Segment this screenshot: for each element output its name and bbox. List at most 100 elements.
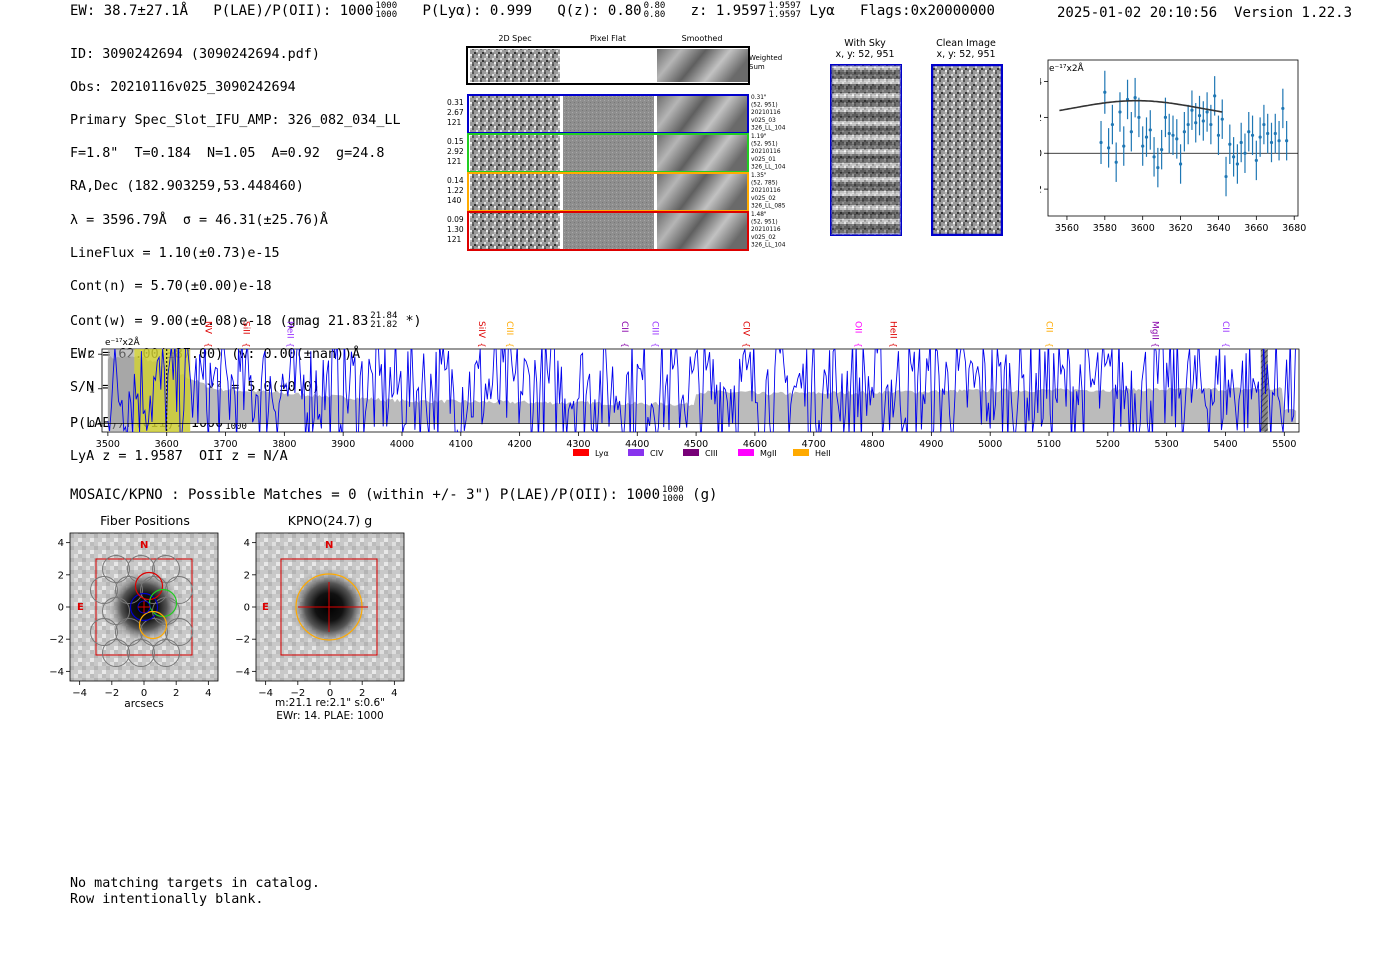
- spectrum-xtick-label: 3600: [155, 439, 179, 450]
- spectrum-line-brace: {: [242, 342, 251, 347]
- cutout-row-left-value: 121: [447, 235, 462, 244]
- spectrum-line-label: SiIV: [476, 321, 486, 339]
- spectrum-line-label: HeII: [888, 321, 898, 339]
- zoom-fit-curve: [1059, 99, 1223, 113]
- header-version: Version 1.22.3: [1234, 5, 1353, 21]
- spectrum-line-label: HeII: [285, 321, 295, 339]
- zoom-point: [1220, 117, 1224, 121]
- cutout-row-right-value: (52, 785): [751, 181, 778, 187]
- spectrum-line-brace: {: [1221, 342, 1230, 347]
- cutout-smoothed: [657, 213, 748, 249]
- spectrum-line-label: SiII: [241, 321, 251, 335]
- header-summary: EW: 38.7±27.1Å P(LAE)/P(OII): 1000 1000 10…: [70, 2, 995, 20]
- spectrum-line-label: CII: [619, 321, 629, 333]
- cutout-pixelflat: [563, 174, 654, 210]
- zoom-point: [1239, 140, 1243, 145]
- fiber-positions-plot: N E −4−4−2−2002244 arcsecs: [50, 532, 219, 710]
- zoom-point: [1273, 131, 1277, 136]
- cutout-row-right-value: 326_LL_104: [751, 242, 786, 248]
- spectrum-line-label: CII: [1220, 321, 1230, 333]
- header-datetime: 2025-01-02 20:10:56: [1057, 5, 1218, 21]
- zoom-point: [1228, 142, 1232, 146]
- spectrum-legend-label: CIII: [705, 449, 718, 458]
- header-flags: Flags:0x20000000: [860, 3, 995, 19]
- zoom-point: [1285, 139, 1289, 143]
- zoom-point: [1190, 108, 1194, 112]
- zoom-point: [1144, 135, 1149, 139]
- cutout-panel: 2D Spec Pixel Flat Smoothed Weighted Sum: [440, 32, 800, 257]
- header-z-frac: 1.9597 1.9597: [768, 1, 801, 20]
- footer-line-2: Row intentionally blank.: [70, 891, 264, 907]
- cutout-row-right-value: (52, 951): [751, 142, 778, 148]
- zoom-point: [1224, 174, 1228, 179]
- spectrum-line-brace: {: [742, 342, 751, 347]
- image-ytick-label: 0: [58, 603, 64, 614]
- spectrum-ytick-label: 1: [89, 384, 95, 395]
- image-ytick-label: 2: [244, 570, 250, 581]
- cutout-row-left-value: 121: [447, 157, 462, 166]
- cutout-row-right-value: 326_LL_085: [751, 203, 786, 209]
- spectrum-xtick-label: 5500: [1272, 439, 1296, 450]
- zoom-line-plot: e⁻¹⁷x2Å 3560 3580 3600 3620 3640 3660 3680 4 2 0 −…: [1040, 59, 1306, 233]
- zoom-xtick-label: 3620: [1168, 223, 1192, 233]
- spectrum-xtick-label: 5000: [978, 439, 1002, 450]
- cutout-row-right-value: v025_01: [751, 157, 776, 163]
- zoom-point: [1122, 144, 1126, 148]
- spectrum-legend-swatch: [683, 449, 699, 456]
- catalog-title: MOSAIC/KPNO : Possible Matches = 0 (with…: [70, 485, 718, 504]
- cutout-row-left-value: 1.30: [447, 225, 464, 234]
- image-ytick-label: 4: [244, 538, 250, 549]
- zoom-xtick-label: 3660: [1244, 223, 1268, 233]
- zoom-point: [1171, 133, 1175, 137]
- cutout-row-left-value: 0.15: [447, 137, 464, 146]
- zoom-point: [1129, 130, 1133, 134]
- spectrum-xtick-label: 4100: [449, 439, 473, 450]
- cutout-row-right-value: 20210116: [751, 149, 781, 155]
- zoom-point: [1178, 162, 1183, 166]
- zoom-point: [1148, 128, 1152, 132]
- kpno-north-label: N: [325, 540, 333, 551]
- zoom-point: [1110, 122, 1114, 127]
- zoom-point: [1099, 140, 1103, 145]
- zoom-point: [1243, 151, 1247, 155]
- zoom-point: [1103, 90, 1107, 94]
- cutout-row-right-value: (52, 951): [751, 103, 778, 109]
- with-sky-image: [830, 64, 902, 236]
- spectrum-line-brace: {: [506, 342, 515, 347]
- spectrum-xtick-label: 3800: [272, 439, 296, 450]
- info-lineflux: LineFlux = 1.10(±0.73)e-15: [70, 245, 280, 261]
- cutout-row-right-value: v025_02: [751, 235, 776, 241]
- spectrum-xtick-label: 3700: [213, 439, 237, 450]
- zoom-xtick-label: 3640: [1206, 223, 1230, 233]
- cutout-row-left-value: 0.09: [447, 215, 464, 224]
- cutout-row-left-value: 2.67: [447, 108, 464, 117]
- zoom-point: [1194, 121, 1198, 125]
- image-xtick-label: −4: [72, 688, 87, 699]
- zoom-point: [1258, 135, 1262, 139]
- header-datetime-version: 2025-01-02 20:10:56 Version 1.22.3: [1057, 5, 1352, 21]
- spectrum-xtick-label: 4200: [508, 439, 532, 450]
- zoom-point: [1167, 131, 1171, 136]
- spectrum-line-brace: {: [889, 342, 898, 347]
- zoom-point: [1156, 165, 1160, 170]
- cutout-row-right-value: v025_03: [751, 118, 776, 124]
- spectrum-line-brace: {: [620, 342, 629, 347]
- spectrum-line-label: NV: [202, 321, 212, 335]
- header-qz: Q(z): 0.80: [557, 3, 642, 19]
- fiber-xlabel: arcsecs: [124, 698, 163, 710]
- spectrum-xtick-label: 3900: [331, 439, 355, 450]
- cutout-row-left-value: 121: [447, 118, 462, 127]
- zoom-point: [1235, 162, 1239, 166]
- zoom-point: [1160, 148, 1164, 152]
- spectrum-ylabel: e⁻¹⁷x2Å: [105, 336, 141, 348]
- zoom-point: [1205, 110, 1209, 114]
- image-ytick-label: −4: [50, 667, 64, 678]
- spectrum-line-label: CII: [1044, 321, 1054, 333]
- spectrum-xtick-label: 4800: [860, 439, 884, 450]
- zoom-point: [1152, 155, 1156, 159]
- spectrum-legend-label: HeII: [815, 449, 831, 458]
- clean-image: [931, 64, 1003, 236]
- zoom-point: [1182, 130, 1186, 134]
- cutout-2dspec: [470, 135, 560, 171]
- spectrum-line-brace: {: [477, 342, 486, 347]
